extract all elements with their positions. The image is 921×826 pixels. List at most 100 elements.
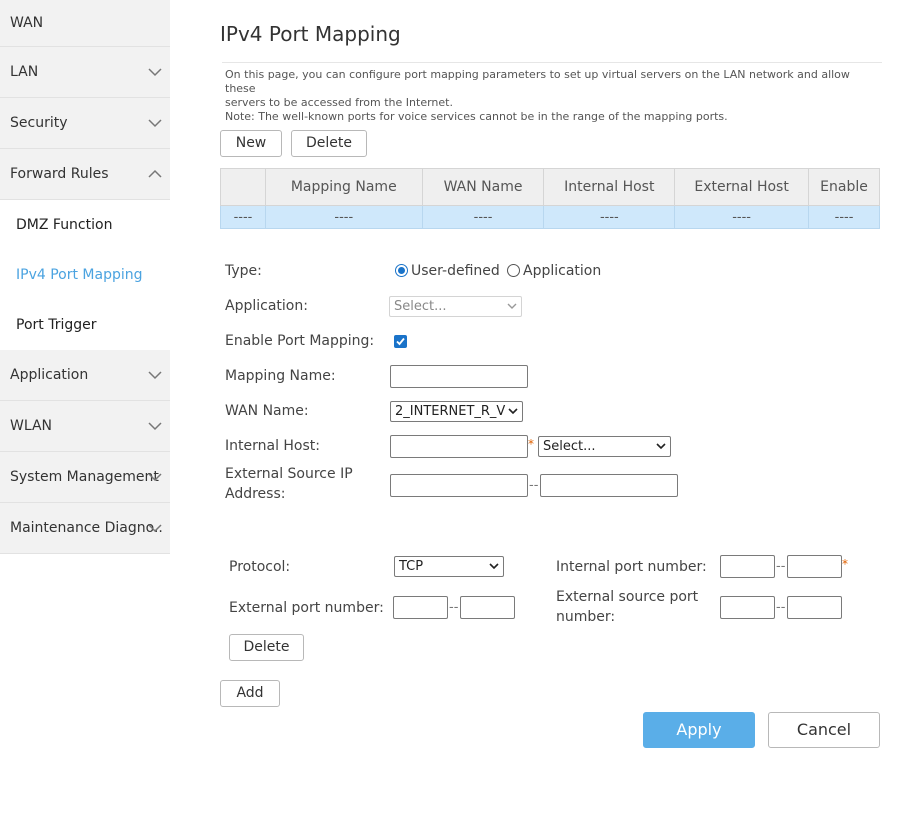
external-source-ip-label-line1: External Source IP: [225, 466, 353, 482]
delete-port-button[interactable]: Delete: [229, 634, 304, 661]
internal-port-start-input[interactable]: [720, 555, 775, 578]
chevron-down-icon: [148, 119, 162, 128]
chevron-down-icon: [148, 473, 162, 482]
sidebar-item-application[interactable]: Application: [0, 350, 170, 401]
table-cell: ----: [808, 205, 880, 229]
mapping-name-label: Mapping Name:: [225, 368, 336, 384]
mapping-form: Type: User-defined Application Applicati…: [220, 254, 880, 516]
protocol-label: Protocol:: [229, 559, 291, 575]
type-application-radio[interactable]: [507, 264, 520, 277]
sidebar-item-wlan[interactable]: WLAN: [0, 401, 170, 452]
wan-name-select-value: 2_INTERNET_R_V: [395, 404, 506, 419]
range-separator: --: [529, 478, 539, 493]
page-description: On this page, you can configure port map…: [225, 68, 875, 124]
table-cell: ----: [543, 205, 676, 229]
column-header-internal-host: Internal Host: [543, 168, 676, 206]
description-line: On this page, you can configure port map…: [225, 68, 850, 95]
sidebar-item-dmz-function[interactable]: DMZ Function: [0, 200, 170, 250]
sidebar-item-maintenance[interactable]: Maintenance Diagno..: [0, 503, 170, 554]
title-divider: [222, 62, 882, 63]
type-user-defined-radio[interactable]: [395, 264, 408, 277]
internal-port-label: Internal port number:: [556, 559, 707, 575]
table-cell: ----: [264, 205, 423, 229]
chevron-down-icon: [507, 303, 517, 309]
table-cell: ----: [421, 205, 545, 229]
sidebar-item-label: Port Trigger: [16, 317, 97, 333]
page-title: IPv4 Port Mapping: [220, 22, 401, 46]
protocol-select[interactable]: TCP: [394, 556, 504, 577]
sidebar-item-label: WLAN: [10, 418, 53, 434]
sidebar-item-forward-rules[interactable]: Forward Rules: [0, 149, 170, 200]
protocol-select-value: TCP: [399, 559, 424, 574]
chevron-down-icon: [508, 408, 518, 415]
chevron-down-icon: [148, 422, 162, 431]
table-cell: ----: [220, 205, 266, 229]
delete-button[interactable]: Delete: [291, 130, 367, 157]
application-select-value: Select...: [394, 299, 447, 314]
sidebar-item-label: System Management: [10, 469, 159, 485]
external-source-port-label: External source port number:: [556, 587, 698, 627]
external-port-start-input[interactable]: [393, 596, 448, 619]
chevron-down-icon: [656, 443, 666, 450]
internal-host-label: Internal Host:: [225, 438, 320, 454]
column-header-enable: Enable: [808, 168, 880, 206]
sidebar-item-port-trigger[interactable]: Port Trigger: [0, 300, 170, 350]
sidebar-item-label: Security: [10, 115, 68, 131]
range-separator: --: [776, 559, 786, 574]
external-port-end-input[interactable]: [460, 596, 515, 619]
chevron-down-icon: [148, 371, 162, 380]
checkmark-icon: [396, 337, 405, 346]
internal-host-input[interactable]: [390, 435, 528, 458]
add-button[interactable]: Add: [220, 680, 280, 707]
sidebar-item-ipv4-port-mapping[interactable]: IPv4 Port Mapping: [0, 250, 170, 300]
column-header-select: [220, 168, 266, 206]
internal-host-select-value: Select...: [543, 439, 596, 454]
chevron-down-icon: [489, 563, 499, 570]
sidebar-item-label: WAN: [10, 15, 44, 31]
sidebar-item-lan[interactable]: LAN: [0, 47, 170, 98]
type-user-defined-label[interactable]: User-defined: [411, 261, 500, 281]
chevron-up-icon: [148, 169, 162, 178]
sidebar-item-security[interactable]: Security: [0, 98, 170, 149]
table-row[interactable]: ---- ---- ---- ---- ---- ----: [220, 205, 880, 229]
external-source-port-end-input[interactable]: [787, 596, 842, 619]
internal-port-end-input[interactable]: [787, 555, 842, 578]
table-header-row: Mapping Name WAN Name Internal Host Exte…: [220, 168, 880, 206]
sidebar-item-label: IPv4 Port Mapping: [16, 267, 143, 283]
chevron-down-icon: [148, 524, 162, 533]
wan-name-label: WAN Name:: [225, 403, 309, 419]
range-separator: --: [449, 600, 459, 615]
sidebar-item-system-management[interactable]: System Management: [0, 452, 170, 503]
sidebar-item-label: LAN: [10, 64, 39, 80]
enable-port-mapping-checkbox[interactable]: [394, 335, 407, 348]
cancel-button[interactable]: Cancel: [768, 712, 880, 748]
sidebar-item-label: DMZ Function: [16, 217, 113, 233]
external-source-port-label-line2: number:: [556, 609, 616, 625]
sidebar-item-label: Maintenance Diagno..: [10, 520, 163, 536]
sidebar-item-label: Application: [10, 367, 89, 383]
external-source-ip-end-input[interactable]: [540, 474, 678, 497]
type-application-label[interactable]: Application: [523, 261, 601, 281]
application-label: Application:: [225, 298, 308, 314]
main-content: IPv4 Port Mapping On this page, you can …: [170, 0, 921, 826]
table-cell: ----: [674, 205, 810, 229]
external-source-port-label-line1: External source port: [556, 589, 699, 605]
wan-name-select[interactable]: 2_INTERNET_R_V: [390, 401, 523, 422]
external-source-ip-label: External Source IP Address:: [225, 464, 353, 504]
chevron-down-icon: [148, 68, 162, 77]
mapping-name-input[interactable]: [390, 365, 528, 388]
sidebar-item-wan[interactable]: WAN: [0, 0, 170, 47]
new-button[interactable]: New: [220, 130, 282, 157]
column-header-mapping-name: Mapping Name: [264, 168, 423, 206]
internal-host-select[interactable]: Select...: [538, 436, 671, 457]
enable-port-mapping-label: Enable Port Mapping:: [225, 333, 375, 349]
range-separator: --: [776, 600, 786, 615]
external-source-ip-start-input[interactable]: [390, 474, 528, 497]
application-select[interactable]: Select...: [389, 296, 522, 317]
column-header-external-host: External Host: [674, 168, 810, 206]
sidebar: WAN LAN Security Forward Rules DMZ Funct…: [0, 0, 170, 826]
description-note: Note: The well-known ports for voice ser…: [225, 110, 728, 123]
external-port-label: External port number:: [229, 600, 384, 616]
external-source-port-start-input[interactable]: [720, 596, 775, 619]
apply-button[interactable]: Apply: [643, 712, 755, 748]
